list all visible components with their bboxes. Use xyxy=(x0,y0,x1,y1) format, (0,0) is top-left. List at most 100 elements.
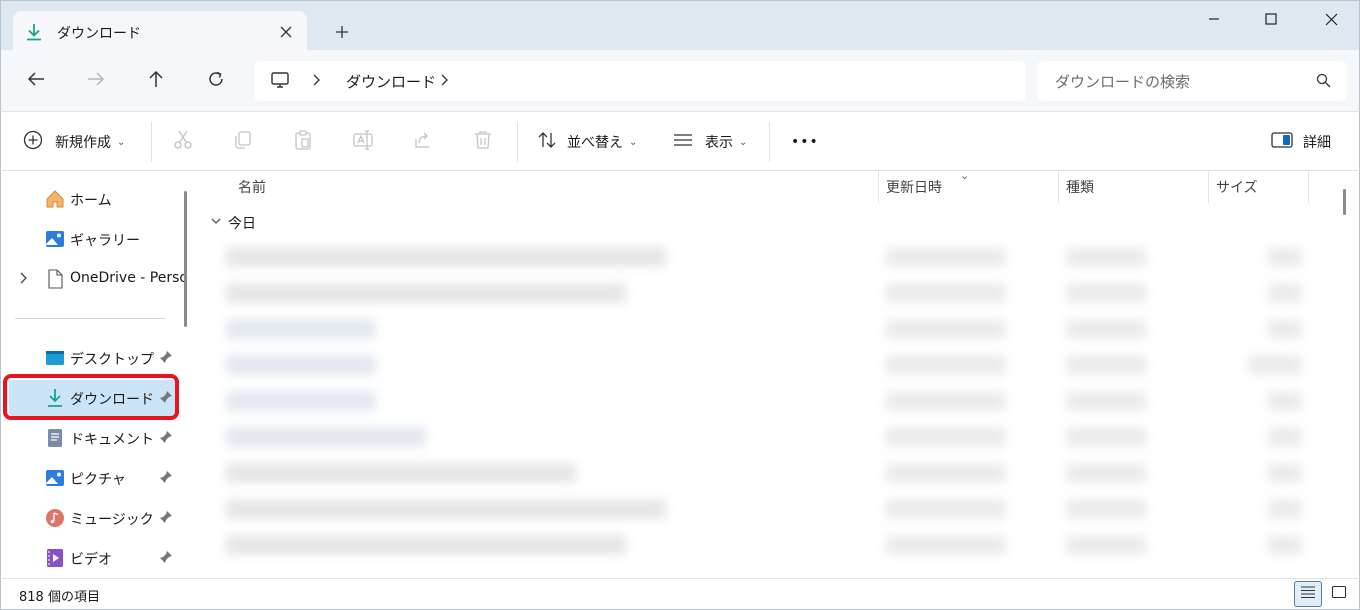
file-row[interactable] xyxy=(218,419,1308,455)
column-header-size[interactable]: サイズ xyxy=(1216,171,1258,203)
view-button[interactable]: 表示 ⌄ xyxy=(673,126,747,158)
chevron-right-icon[interactable] xyxy=(19,270,29,290)
navigation-pane: ホーム ギャラリー OneDrive - Perso デスクトップ ダウンロード… xyxy=(0,171,192,578)
sidebar-item-desktop[interactable]: デスクトップ xyxy=(9,340,179,376)
column-header-type[interactable]: 種類 xyxy=(1066,171,1094,203)
pin-icon[interactable] xyxy=(159,510,173,528)
address-bar[interactable]: ダウンロード xyxy=(254,61,1026,101)
arrow-left-icon xyxy=(27,71,45,91)
file-name-blurred xyxy=(226,391,376,411)
tiles-view-button[interactable] xyxy=(1325,581,1353,607)
file-list: 名前 ⌄ 更新日時 種類 サイズ 今日 xyxy=(192,169,1360,578)
file-row[interactable] xyxy=(218,275,1308,311)
group-header-today[interactable]: 今日 xyxy=(210,213,256,233)
file-row[interactable] xyxy=(218,239,1308,275)
file-row[interactable] xyxy=(218,311,1308,347)
column-divider[interactable] xyxy=(1058,171,1059,203)
minimize-button[interactable] xyxy=(1189,3,1239,39)
file-type-blurred xyxy=(1066,499,1146,519)
trash-icon xyxy=(473,130,493,154)
refresh-button[interactable] xyxy=(197,64,235,98)
chevron-right-icon[interactable] xyxy=(312,71,322,93)
column-divider[interactable] xyxy=(878,171,879,203)
content-scrollbar[interactable] xyxy=(1343,189,1346,215)
sidebar-item-label: ホーム xyxy=(70,193,112,209)
search-input[interactable]: ダウンロードの検索 xyxy=(1037,61,1347,101)
up-button[interactable] xyxy=(137,64,175,98)
file-size-blurred xyxy=(1268,391,1302,411)
sidebar-item-gallery[interactable]: ギャラリー xyxy=(9,221,179,257)
file-row[interactable] xyxy=(218,527,1308,563)
chevron-down-icon: ⌄ xyxy=(117,136,126,148)
document-icon xyxy=(45,428,65,448)
close-icon xyxy=(1325,13,1338,30)
file-row[interactable] xyxy=(218,347,1308,383)
rename-button[interactable] xyxy=(353,126,375,158)
pin-icon[interactable] xyxy=(159,550,173,568)
toolbar-divider xyxy=(517,122,518,162)
file-size-blurred xyxy=(1268,283,1302,303)
file-type-blurred xyxy=(1066,427,1146,447)
column-divider[interactable] xyxy=(1208,171,1209,203)
pin-icon[interactable] xyxy=(159,470,173,488)
copy-button[interactable] xyxy=(233,126,253,158)
home-icon xyxy=(45,189,65,209)
onedrive-icon xyxy=(45,269,65,289)
file-row[interactable] xyxy=(218,491,1308,527)
file-date-blurred xyxy=(886,427,1006,447)
delete-button[interactable] xyxy=(473,126,493,158)
file-size-blurred xyxy=(1248,355,1302,375)
sort-button[interactable]: 並べ替え ⌄ xyxy=(537,126,637,158)
sort-indicator-icon: ⌄ xyxy=(960,169,970,182)
file-name-blurred xyxy=(226,319,376,339)
file-date-blurred xyxy=(886,535,1006,555)
breadcrumb-downloads[interactable]: ダウンロード xyxy=(346,71,436,92)
sidebar-scrollbar[interactable] xyxy=(184,191,187,327)
scissors-icon xyxy=(173,130,193,154)
more-options-button[interactable]: ••• xyxy=(791,126,819,158)
details-view-button[interactable] xyxy=(1294,581,1322,607)
maximize-button[interactable] xyxy=(1246,3,1296,39)
file-type-blurred xyxy=(1066,319,1146,339)
file-size-blurred xyxy=(1268,319,1302,339)
refresh-icon xyxy=(207,70,225,92)
sidebar-item-music[interactable]: ミュージック xyxy=(9,500,179,536)
column-header-modified[interactable]: 更新日時 xyxy=(886,171,942,203)
file-date-blurred xyxy=(886,499,1006,519)
share-button[interactable] xyxy=(413,126,433,158)
new-button[interactable]: 新規作成 ⌄ xyxy=(23,126,125,158)
cut-button[interactable] xyxy=(173,126,193,158)
highlight-annotation xyxy=(3,374,179,420)
music-icon xyxy=(45,508,65,528)
picture-icon xyxy=(45,468,65,488)
file-row[interactable] xyxy=(218,383,1308,419)
pin-icon[interactable] xyxy=(159,350,173,368)
address-row: ダウンロード ダウンロードの検索 xyxy=(0,50,1360,111)
sidebar-divider xyxy=(15,318,165,319)
gallery-icon xyxy=(45,229,65,249)
tab-close-icon[interactable] xyxy=(273,19,299,45)
computer-icon[interactable] xyxy=(270,70,290,94)
file-row[interactable] xyxy=(218,455,1308,491)
forward-button[interactable] xyxy=(77,64,115,98)
clipboard-icon xyxy=(293,130,313,154)
chevron-down-icon: ⌄ xyxy=(629,136,638,148)
paste-button[interactable] xyxy=(293,126,313,158)
download-icon xyxy=(25,23,43,41)
column-divider[interactable] xyxy=(1308,171,1309,203)
sidebar-item-onedrive[interactable]: OneDrive - Perso xyxy=(9,261,188,297)
chevron-right-icon[interactable] xyxy=(440,71,450,93)
sidebar-item-home[interactable]: ホーム xyxy=(9,181,179,217)
details-pane-button[interactable]: 詳細 xyxy=(1271,126,1331,158)
column-header-name[interactable]: 名前 xyxy=(238,171,266,203)
sidebar-item-label: デスクトップ xyxy=(70,352,154,368)
sidebar-item-pictures[interactable]: ピクチャ xyxy=(9,460,179,496)
sidebar-item-videos[interactable]: ビデオ xyxy=(9,540,179,576)
sidebar-item-documents[interactable]: ドキュメント xyxy=(9,420,179,456)
new-tab-button[interactable] xyxy=(325,19,359,49)
close-window-button[interactable] xyxy=(1306,3,1356,39)
back-button[interactable] xyxy=(17,64,55,98)
tab-downloads[interactable]: ダウンロード xyxy=(13,11,307,53)
pin-icon[interactable] xyxy=(159,430,173,448)
file-date-blurred xyxy=(886,283,1006,303)
